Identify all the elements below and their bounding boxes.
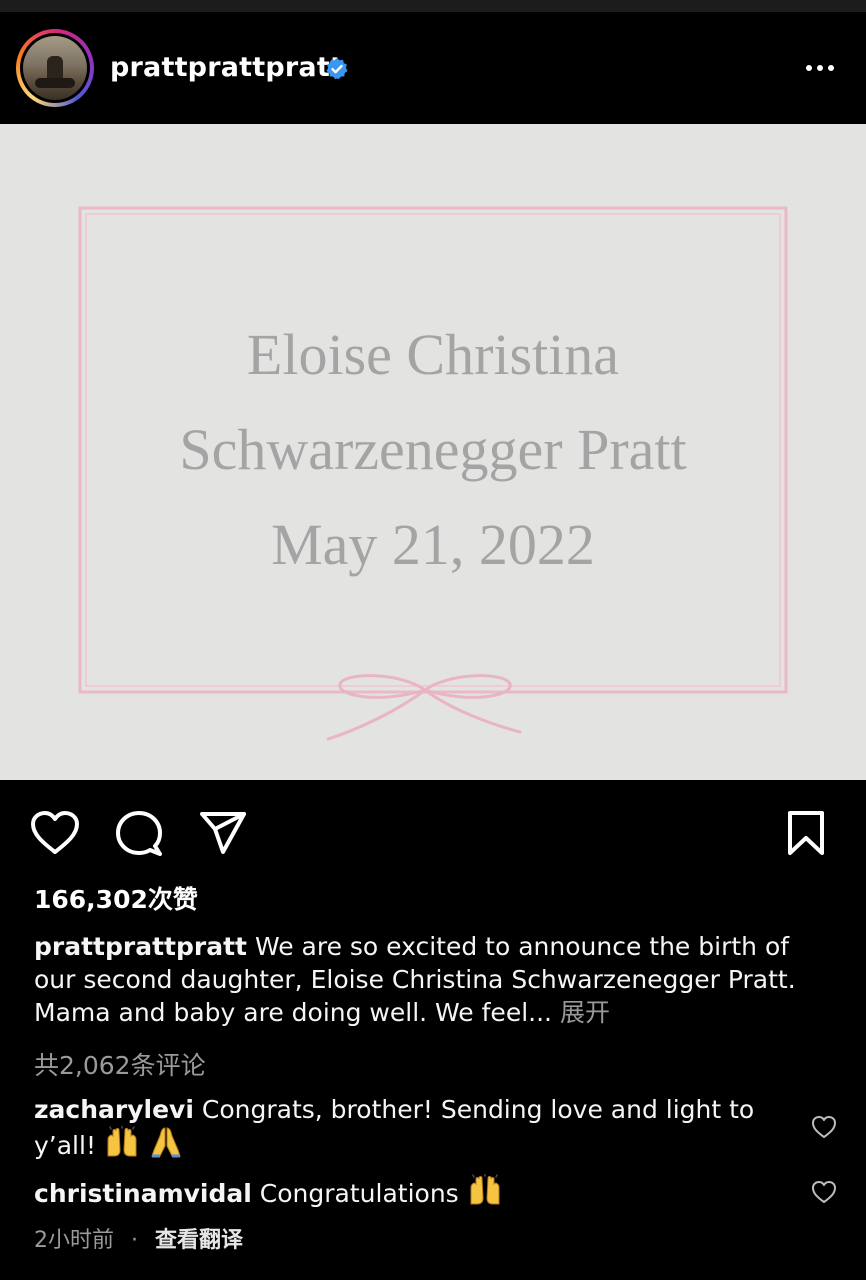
send-icon[interactable] [198, 810, 248, 856]
card-line-3: May 21, 2022 [271, 512, 595, 577]
post-image[interactable]: Eloise Christina Schwarzenegger Pratt Ma… [0, 124, 866, 780]
caption: prattprattpratt We are so excited to ann… [34, 930, 834, 1029]
avatar[interactable] [16, 29, 94, 107]
translate-link[interactable]: 查看翻译 [155, 1228, 243, 1253]
caption-more-link[interactable]: 展开 [560, 998, 610, 1027]
header-username[interactable]: prattprattpratt [110, 52, 343, 83]
folded-hands-icon [151, 1127, 181, 1158]
heart-icon[interactable] [30, 810, 80, 856]
raising-hands-icon [107, 1126, 137, 1157]
post-header: prattprattpratt [0, 12, 866, 124]
post-footer: 2小时前 · 查看翻译 [34, 1222, 243, 1254]
likes-count[interactable]: 166,302次赞 [34, 880, 198, 916]
comment-bubble-icon[interactable] [115, 810, 163, 858]
view-all-comments-link[interactable]: 共2,062条评论 [34, 1046, 206, 1082]
comment-like-heart-icon[interactable] [811, 1180, 837, 1204]
comment-username[interactable]: christinamvidal [34, 1179, 252, 1208]
action-bar [0, 780, 866, 880]
comment-item: zacharylevi Congrats, brother! Sending l… [34, 1093, 774, 1162]
avatar-photo [23, 36, 87, 100]
more-dots-icon[interactable] [804, 56, 836, 80]
birth-announcement-card: Eloise Christina Schwarzenegger Pratt Ma… [0, 124, 866, 780]
raising-hands-icon [470, 1174, 500, 1205]
card-line-1: Eloise Christina [247, 322, 619, 387]
card-line-2: Schwarzenegger Pratt [179, 417, 686, 482]
comment-item: christinamvidal Congratulations [34, 1174, 774, 1210]
separator-dot: · [131, 1228, 138, 1253]
verified-badge-icon [326, 58, 348, 80]
comment-text: Congratulations [259, 1179, 459, 1208]
comment-like-heart-icon[interactable] [811, 1115, 837, 1139]
comment-username[interactable]: zacharylevi [34, 1095, 194, 1124]
status-strip [0, 0, 866, 12]
bookmark-icon[interactable] [784, 810, 828, 856]
time-ago: 2小时前 [34, 1228, 114, 1253]
caption-username[interactable]: prattprattpratt [34, 932, 247, 961]
